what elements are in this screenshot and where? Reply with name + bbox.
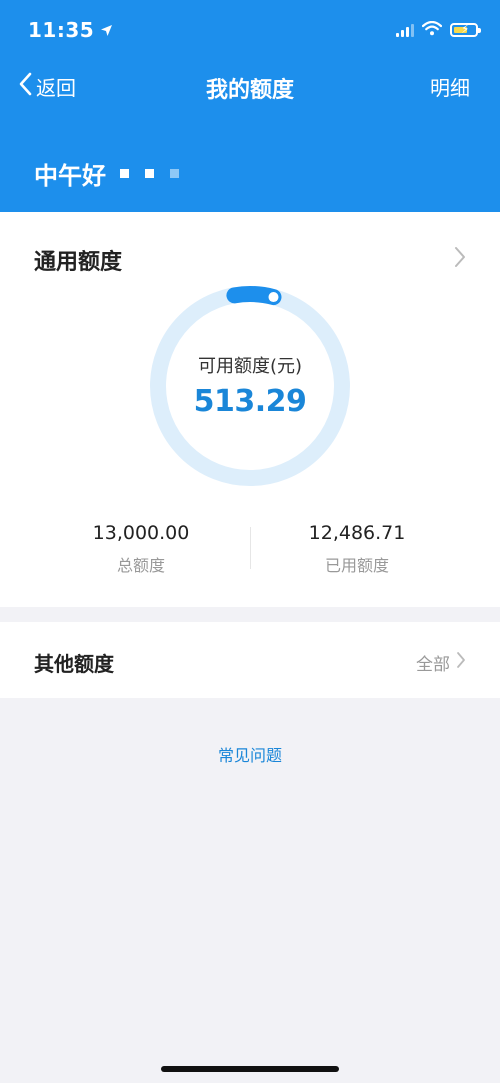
quota-ring: 可用额度(元) 513.29 (148, 284, 352, 488)
view-all-label: 全部 (416, 655, 450, 675)
available-value: 513.29 (193, 384, 307, 419)
chevron-right-icon (456, 651, 466, 674)
used-quota-value: 12,486.71 (308, 522, 406, 544)
available-label: 可用额度(元) (197, 356, 303, 377)
ring-knob (268, 292, 279, 303)
loading-dots (120, 169, 179, 178)
status-time-text: 11:35 (28, 18, 95, 42)
total-quota-value: 13,000.00 (92, 522, 190, 544)
location-arrow-icon (100, 18, 113, 42)
status-icons: ⚡ (396, 19, 481, 41)
greeting: 中午好 (34, 156, 179, 191)
general-quota-title: 通用额度 (34, 250, 123, 275)
used-quota-label: 已用额度 (324, 556, 389, 575)
header: 11:35 ⚡ 返回 我的额度 明细 中午好 (0, 0, 500, 212)
other-quota-card[interactable]: 其他额度 全部 (0, 622, 500, 698)
home-indicator (161, 1066, 339, 1072)
general-quota-card[interactable]: 通用额度 可用额度(元) 513.29 13,000.00 总额度 12,486… (0, 212, 500, 607)
total-quota-stat: 13,000.00 总额度 (16, 522, 266, 576)
status-time: 11:35 (28, 18, 113, 42)
faq-link[interactable]: 常见问题 (0, 742, 500, 766)
signal-icon (396, 23, 414, 37)
page-title: 我的额度 (205, 78, 294, 103)
other-quota-title: 其他额度 (34, 652, 114, 676)
ring-progress (226, 286, 282, 306)
nav-bar: 返回 我的额度 明细 (0, 66, 500, 110)
wifi-icon (421, 20, 443, 40)
view-all-button[interactable]: 全部 (416, 650, 466, 675)
used-quota-stat: 12,486.71 已用额度 (232, 522, 482, 576)
battery-icon: ⚡ (450, 22, 481, 37)
greeting-text: 中午好 (34, 162, 106, 190)
total-quota-label: 总额度 (116, 556, 165, 575)
chevron-right-icon[interactable] (454, 246, 466, 272)
status-bar: 11:35 ⚡ (0, 0, 500, 60)
detail-button[interactable]: 明细 (430, 72, 470, 101)
